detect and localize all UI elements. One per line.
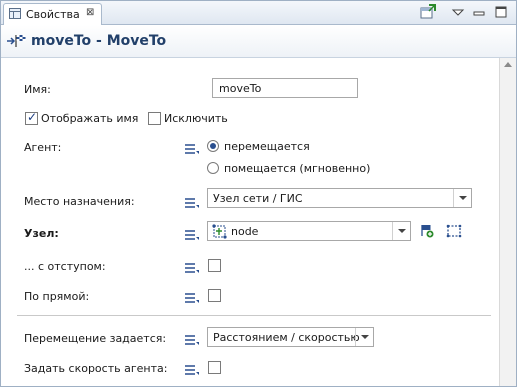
straight-label: По прямой: <box>24 290 90 303</box>
speed-label: Задать скорость агента: <box>24 362 168 375</box>
code-toggle-icon[interactable] <box>184 292 200 304</box>
chevron-down-icon[interactable] <box>355 328 373 346</box>
movement-value: Расстоянием / скоростью <box>213 331 360 344</box>
show-name-checkbox[interactable] <box>25 110 38 125</box>
maximize-icon[interactable] <box>492 4 510 20</box>
name-input[interactable]: moveTo <box>212 78 358 98</box>
new-window-icon[interactable] <box>419 4 437 20</box>
node-label: Узел: <box>24 227 59 240</box>
view-menu-icon[interactable] <box>449 4 467 20</box>
exclude-checkbox[interactable] <box>148 112 161 125</box>
agent-option-moves-label: перемещается <box>224 140 310 153</box>
moveto-flag-icon <box>7 34 27 51</box>
vertical-scrollbar[interactable] <box>499 58 516 386</box>
code-toggle-icon[interactable] <box>184 262 200 274</box>
destination-label: Место назначения: <box>24 195 135 208</box>
code-toggle-icon[interactable] <box>184 364 200 376</box>
scroll-up-icon[interactable] <box>504 62 512 67</box>
node-value: node <box>231 225 259 238</box>
agent-option-instant-label: помещается (мгновенно) <box>224 162 371 175</box>
movement-select[interactable]: Расстоянием / скоростью <box>207 327 374 347</box>
exclude-label: Исключить <box>164 112 228 125</box>
show-name-label: Отображать имя <box>41 112 139 125</box>
destination-select[interactable]: Узел сети / ГИС <box>207 188 472 208</box>
tab-properties[interactable]: Свойства ⊠ <box>3 3 102 25</box>
straight-checkbox[interactable] <box>208 289 221 302</box>
name-label: Имя: <box>24 83 51 96</box>
node-select[interactable]: node <box>207 221 411 241</box>
section-divider <box>17 315 491 316</box>
offset-checkbox[interactable] <box>208 259 221 272</box>
code-toggle-icon[interactable] <box>184 143 200 155</box>
tab-label: Свойства <box>26 8 80 21</box>
movement-label: Перемещение задается: <box>24 332 167 345</box>
select-node-icon[interactable] <box>446 223 462 239</box>
destination-value: Узел сети / ГИС <box>213 192 303 205</box>
code-toggle-icon[interactable] <box>184 197 200 209</box>
chevron-down-icon[interactable] <box>392 222 410 240</box>
code-toggle-icon[interactable] <box>184 229 200 241</box>
add-node-icon[interactable] <box>419 223 435 239</box>
close-icon[interactable]: ⊠ <box>86 7 94 18</box>
agent-option-moves-radio[interactable] <box>207 140 219 152</box>
network-node-icon <box>212 224 228 243</box>
tab-bar: Свойства ⊠ <box>1 1 516 25</box>
page-title: moveTo - MoveTo <box>31 33 167 49</box>
code-toggle-icon[interactable] <box>184 334 200 346</box>
minimize-icon[interactable] <box>470 4 488 20</box>
agent-option-instant-radio[interactable] <box>207 162 219 174</box>
chevron-down-icon[interactable] <box>453 189 471 207</box>
properties-header: moveTo - MoveTo <box>1 25 516 58</box>
agent-label: Агент: <box>24 141 62 154</box>
speed-checkbox[interactable] <box>208 361 221 374</box>
offset-label: ... с отступом: <box>24 260 106 273</box>
properties-icon <box>9 8 21 19</box>
